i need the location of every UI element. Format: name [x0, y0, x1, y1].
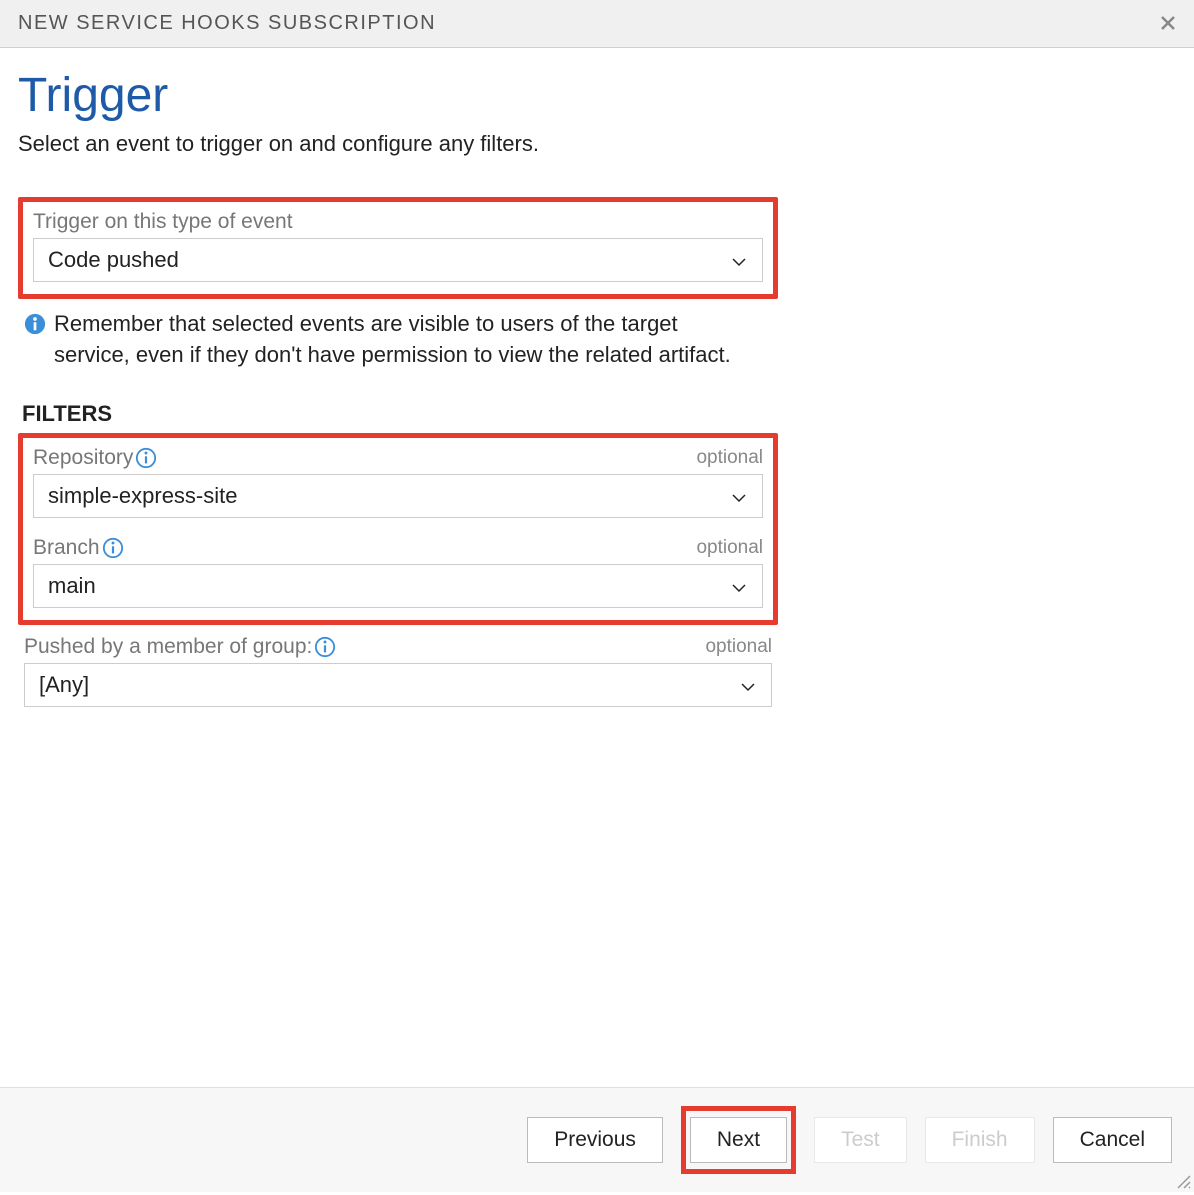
finish-button: Finish — [925, 1117, 1035, 1163]
chevron-down-icon — [730, 577, 748, 595]
repository-field: Repository optional simple-express-site — [33, 446, 763, 518]
filters-header: FILTERS — [18, 401, 778, 427]
optional-tag: optional — [705, 636, 772, 658]
branch-label: Branch — [33, 536, 100, 560]
cancel-button[interactable]: Cancel — [1053, 1117, 1172, 1163]
pushed-by-label: Pushed by a member of group: — [24, 635, 312, 659]
repository-label: Repository — [33, 446, 133, 470]
resize-handle-icon[interactable] — [1176, 1174, 1192, 1190]
branch-field: Branch optional main — [33, 536, 763, 608]
dialog-footer: Previous Next Test Finish Cancel — [0, 1087, 1194, 1192]
trigger-event-select[interactable]: Code pushed — [33, 238, 763, 282]
page-subtitle: Select an event to trigger on and config… — [18, 131, 1176, 157]
optional-tag: optional — [696, 447, 763, 469]
info-icon[interactable] — [135, 447, 157, 469]
close-icon[interactable] — [1160, 13, 1176, 35]
info-icon — [24, 313, 46, 335]
pushed-by-value: [Any] — [39, 672, 89, 698]
filters-group-highlighted: Repository optional simple-express-site — [18, 433, 778, 625]
info-icon[interactable] — [102, 537, 124, 559]
repository-value: simple-express-site — [48, 483, 238, 509]
trigger-event-group: Trigger on this type of event Code pushe… — [18, 197, 778, 299]
test-button: Test — [814, 1117, 907, 1163]
chevron-down-icon — [739, 676, 757, 694]
info-message: Remember that selected events are visibl… — [18, 309, 778, 371]
page-title: Trigger — [18, 68, 1176, 123]
info-icon[interactable] — [314, 636, 336, 658]
dialog-content: Trigger Select an event to trigger on an… — [0, 48, 1194, 747]
branch-select[interactable]: main — [33, 564, 763, 608]
previous-button[interactable]: Previous — [527, 1117, 663, 1163]
chevron-down-icon — [730, 251, 748, 269]
chevron-down-icon — [730, 487, 748, 505]
pushed-by-field: Pushed by a member of group: optional [A… — [18, 635, 778, 707]
trigger-event-value: Code pushed — [48, 247, 179, 273]
info-text: Remember that selected events are visibl… — [54, 309, 754, 371]
dialog-title: NEW SERVICE HOOKS SUBSCRIPTION — [18, 12, 436, 35]
branch-value: main — [48, 573, 96, 599]
optional-tag: optional — [696, 537, 763, 559]
repository-select[interactable]: simple-express-site — [33, 474, 763, 518]
next-button[interactable]: Next — [690, 1117, 787, 1163]
dialog-header: NEW SERVICE HOOKS SUBSCRIPTION — [0, 0, 1194, 48]
next-button-highlight: Next — [681, 1106, 796, 1174]
pushed-by-select[interactable]: [Any] — [24, 663, 772, 707]
trigger-event-label: Trigger on this type of event — [33, 210, 763, 234]
